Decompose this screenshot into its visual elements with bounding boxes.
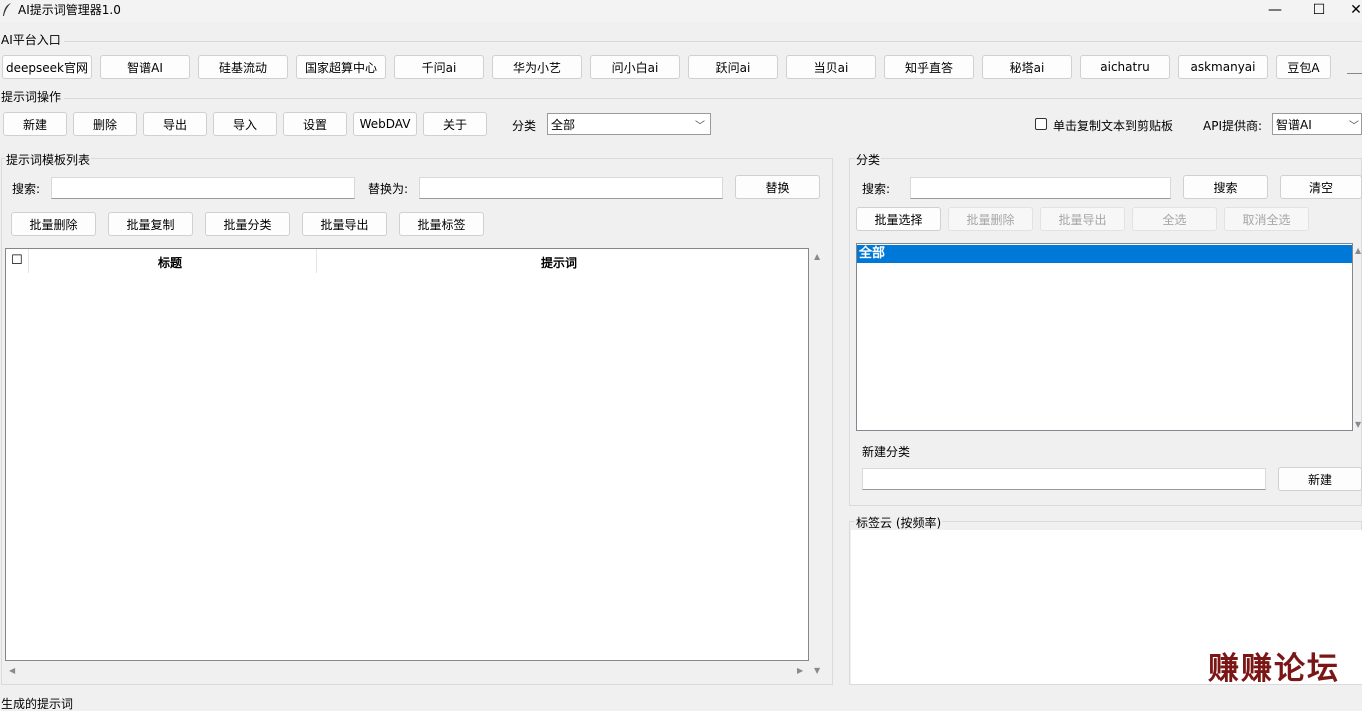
tag-cloud-label: 标签云 (按频率) xyxy=(855,514,943,531)
platform-button-1[interactable]: 智谱AI xyxy=(100,55,190,79)
platform-section-label: AI平台入口 xyxy=(1,33,61,47)
platform-buttons-row: deepseek官网 智谱AI 硅基流动 国家超算中心 千问ai 华为小艺 问小白ai 跃问a… xyxy=(0,55,1362,81)
category-filter-select[interactable]: 全部 ﹀ xyxy=(547,113,711,135)
category-batch-button-4[interactable]: 取消全选 xyxy=(1224,207,1309,231)
new-category-input[interactable] xyxy=(862,468,1266,490)
platform-button-11[interactable]: aichatru xyxy=(1080,55,1170,79)
category-search-input[interactable] xyxy=(910,177,1171,199)
platform-button-2[interactable]: 硅基流动 xyxy=(198,55,288,79)
maximize-button[interactable]: ☐ xyxy=(1297,0,1341,20)
copy-to-clipboard-label: 单击复制文本到剪贴板 xyxy=(1053,119,1174,133)
category-batch-button-2[interactable]: 批量导出 xyxy=(1040,207,1125,231)
platform-button-8[interactable]: 当贝ai xyxy=(786,55,876,79)
category-batch-button-3[interactable]: 全选 xyxy=(1132,207,1217,231)
category-panel-label: 分类 xyxy=(855,151,882,168)
new-category-button[interactable]: 新建 xyxy=(1278,467,1362,491)
ops-button-5[interactable]: WebDAV xyxy=(353,112,417,136)
category-list-item[interactable]: 全部 xyxy=(857,245,1352,263)
ops-button-1[interactable]: 删除 xyxy=(73,112,137,136)
feather-icon xyxy=(3,3,11,16)
select-all-checkbox[interactable]: ☐ xyxy=(11,253,23,268)
column-header-prompt[interactable]: 提示词 xyxy=(541,254,577,271)
platform-button-0[interactable]: deepseek官网 xyxy=(2,55,92,79)
ops-button-4[interactable]: 设置 xyxy=(283,112,347,136)
platform-button-7[interactable]: 跃问ai xyxy=(688,55,778,79)
scroll-down-arrow-icon[interactable]: ▼ xyxy=(1355,420,1361,429)
scroll-up-arrow-icon[interactable]: ▲ xyxy=(814,252,820,261)
template-search-label: 搜索: xyxy=(12,182,41,196)
api-provider-label: API提供商: xyxy=(1203,119,1263,133)
watermark-logo: 赚赚论坛 xyxy=(1208,651,1340,687)
ops-separator xyxy=(64,98,1362,99)
platform-button-13[interactable]: 豆包A xyxy=(1276,55,1331,79)
dropdown-arrow-icon: ﹀ xyxy=(695,121,705,132)
category-listbox[interactable]: 全部 xyxy=(856,243,1353,431)
ops-button-0[interactable]: 新建 xyxy=(3,112,67,136)
ops-button-3[interactable]: 导入 xyxy=(213,112,277,136)
category-clear-button[interactable]: 清空 xyxy=(1280,175,1362,199)
replace-label: 替换为: xyxy=(368,182,409,196)
scroll-right-arrow-icon[interactable]: ▶ xyxy=(797,666,803,675)
template-table[interactable]: ☐ 标题 提示词 xyxy=(5,248,809,661)
generated-prompt-label: 生成的提示词 xyxy=(1,697,74,711)
close-button[interactable]: ✕ xyxy=(1341,0,1362,20)
category-filter-label: 分类 xyxy=(512,119,537,133)
ops-button-2[interactable]: 导出 xyxy=(143,112,207,136)
column-header-title[interactable]: 标题 xyxy=(158,254,182,271)
platform-button-12[interactable]: askmanyai xyxy=(1178,55,1268,79)
api-provider-select[interactable]: 智谱AI ﹀ xyxy=(1272,113,1362,135)
category-search-button[interactable]: 搜索 xyxy=(1183,175,1268,199)
title-bar: AI提示词管理器1.0 — ☐ ✕ xyxy=(0,0,1362,22)
platform-overflow-indicator xyxy=(1347,73,1362,74)
platform-button-9[interactable]: 知乎直答 xyxy=(884,55,974,79)
minimize-button[interactable]: — xyxy=(1253,0,1297,20)
category-batch-row: 批量选择 批量删除 批量导出 全选 取消全选 xyxy=(0,207,1362,233)
platform-button-10[interactable]: 秘塔ai xyxy=(982,55,1072,79)
platform-separator xyxy=(64,41,1362,42)
scroll-down-arrow-icon[interactable]: ▼ xyxy=(814,666,820,675)
platform-button-5[interactable]: 华为小艺 xyxy=(492,55,582,79)
template-list-label: 提示词模板列表 xyxy=(5,151,92,168)
copy-to-clipboard-checkbox[interactable] xyxy=(1035,118,1047,130)
api-provider-value: 智谱AI xyxy=(1276,117,1312,132)
platform-button-6[interactable]: 问小白ai xyxy=(590,55,680,79)
dropdown-arrow-icon: ﹀ xyxy=(1349,121,1359,132)
ops-buttons-row: 新建 删除 导出 导入 设置 WebDAV 关于 xyxy=(0,112,500,138)
category-search-label: 搜索: xyxy=(862,182,891,196)
category-filter-value: 全部 xyxy=(551,117,576,132)
template-search-input[interactable] xyxy=(51,177,355,199)
platform-button-3[interactable]: 国家超算中心 xyxy=(296,55,386,79)
platform-button-4[interactable]: 千问ai xyxy=(394,55,484,79)
window-title: AI提示词管理器1.0 xyxy=(18,3,121,17)
category-batch-button-0[interactable]: 批量选择 xyxy=(856,207,941,231)
replace-button[interactable]: 替换 xyxy=(735,175,820,199)
new-category-label: 新建分类 xyxy=(862,445,911,459)
scroll-left-arrow-icon[interactable]: ◀ xyxy=(9,666,15,675)
replace-input[interactable] xyxy=(419,177,723,199)
scroll-up-arrow-icon[interactable]: ▲ xyxy=(1355,246,1361,255)
table-header: ☐ 标题 提示词 xyxy=(6,249,808,273)
ops-section-label: 提示词操作 xyxy=(1,90,62,104)
ops-button-6[interactable]: 关于 xyxy=(423,112,487,136)
category-batch-button-1[interactable]: 批量删除 xyxy=(948,207,1033,231)
